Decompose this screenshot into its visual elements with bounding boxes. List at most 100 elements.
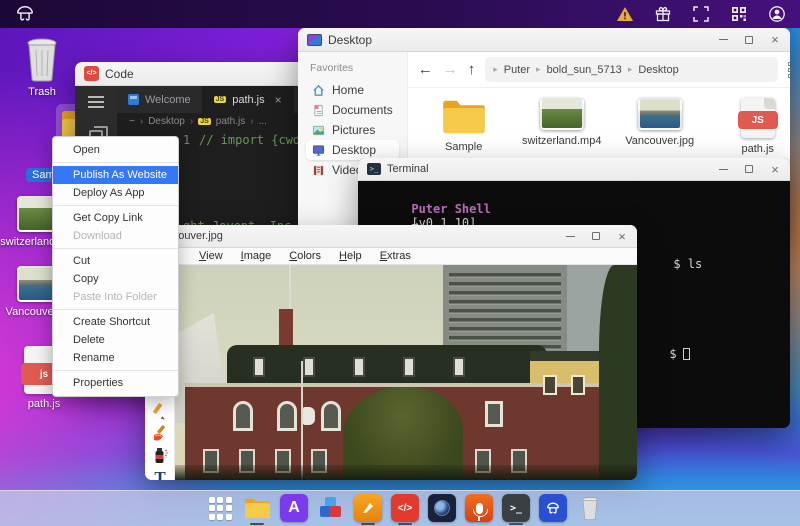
menu-help[interactable]: Help [339,250,362,262]
minimize-button[interactable] [564,230,576,242]
folder-icon [244,498,270,518]
menu-item-get-copy-link[interactable]: Get Copy Link [53,209,178,227]
sidebar-label: Home [332,83,365,97]
puter-logo-icon[interactable] [14,4,36,24]
close-button[interactable]: × [616,229,628,244]
photo-dormer [453,357,465,377]
menu-item-deploy-as-app[interactable]: Deploy As App [53,184,178,202]
menu-separator [53,309,178,310]
fm-toolbar: ← → ↑ ▸ Puter ▸ bold_sun_5713 ▸ Desktop [407,52,790,88]
viewer-titlebar[interactable]: Vancouver.jpg × [145,225,637,248]
minimize-button[interactable] [717,163,729,175]
breadcrumb-item[interactable]: Puter [504,64,530,76]
fullscreen-icon[interactable] [692,5,710,23]
breadcrumb-item[interactable]: bold_sun_5713 [547,64,622,76]
running-indicator [509,522,523,525]
photo-window [485,401,503,427]
breadcrumb-separator: ▸ [536,64,541,74]
photo-dormer [253,357,265,377]
menu-icon[interactable] [88,96,104,108]
breadcrumb-item[interactable]: Desktop [148,116,185,127]
image-viewer-window: Vancouver.jpg × View Image Colors Help E… [145,225,637,480]
photo-chimney [279,309,293,345]
menu-view[interactable]: View [199,250,223,262]
image-thumbnail [637,98,682,130]
account-icon[interactable] [768,5,786,23]
taskbar-app-launcher[interactable] [206,494,234,522]
qr-code-icon[interactable] [730,5,748,23]
window-title: Desktop [328,32,373,47]
sidebar-item-home[interactable]: Home [306,80,399,100]
close-tab-icon[interactable]: × [275,93,282,107]
js-badge: JS [737,111,778,129]
ink-tool-icon[interactable] [150,447,170,465]
welcome-icon [128,94,139,105]
maximize-button[interactable] [743,34,755,46]
trash-icon [582,497,598,520]
forward-button[interactable]: → [443,61,458,78]
taskbar-terminal[interactable]: >_ [502,494,530,525]
taskbar-app-center[interactable] [317,494,345,522]
menu-image[interactable]: Image [241,250,272,262]
sidebar-item-pictures[interactable]: Pictures [306,120,399,140]
maximize-button[interactable] [743,163,755,175]
sidebar-item-documents[interactable]: Documents [306,100,399,120]
taskbar-recorder[interactable] [465,494,493,522]
sidebar-item-desktop[interactable]: Desktop [306,140,399,160]
taskbar-text-editor[interactable]: A [280,494,308,522]
taskbar-trash[interactable] [576,494,604,522]
breadcrumb-separator: ▸ [493,64,498,74]
up-button[interactable]: ↑ [468,61,476,78]
line-number: 1 [183,133,191,147]
menu-item-rename[interactable]: Rename [53,349,178,367]
menu-extras[interactable]: Extras [380,250,411,262]
desktop-icon-trash[interactable]: Trash [16,36,68,98]
tab-label: Welcome [145,93,191,106]
brush-tool-icon[interactable] [150,425,170,443]
minimize-button[interactable] [717,34,729,46]
code-icon: </> [391,494,419,522]
taskbar-code[interactable]: </> [391,494,419,525]
js-badge: JS [213,96,227,103]
prompt-text: $ [669,347,677,361]
tab-welcome[interactable]: Welcome [117,86,203,113]
menu-item-properties[interactable]: Properties [53,374,178,392]
menu-item-paste-into-folder[interactable]: Paste Into Folder [53,288,178,306]
back-button[interactable]: ← [418,61,433,78]
sidebar-label: Pictures [332,123,376,137]
js-file-icon: JS [737,98,778,138]
menu-item-publish-as-website[interactable]: Publish As Website [53,166,178,184]
taskbar-paint[interactable] [354,494,382,525]
text-tool-icon[interactable]: T [150,469,170,481]
menu-item-delete[interactable]: Delete [53,331,178,349]
paint-icon [354,494,382,522]
window-title: Terminal [387,163,429,175]
taskbar-camera[interactable] [428,494,456,522]
photo-flag [303,407,315,425]
fm-titlebar[interactable]: Desktop × [298,28,790,52]
taskbar: A </> >_ [0,490,800,526]
breadcrumb-item[interactable]: Desktop [638,64,678,76]
gift-icon[interactable] [654,5,672,23]
maximize-button[interactable] [590,230,602,242]
breadcrumb-item[interactable]: path.js [216,116,245,127]
breadcrumb-item[interactable]: ~ [129,116,135,127]
camera-lens-icon [428,494,456,522]
warning-icon[interactable] [616,5,634,23]
menu-item-copy[interactable]: Copy [53,270,178,288]
taskbar-puter[interactable] [539,494,567,522]
close-button[interactable]: × [769,32,781,47]
grid-view-icon[interactable] [787,61,790,78]
menu-item-open[interactable]: Open [53,141,178,159]
pencil-tool-icon[interactable] [150,403,170,421]
menu-colors[interactable]: Colors [289,250,321,262]
close-button[interactable]: × [769,162,781,177]
breadcrumb[interactable]: ▸ Puter ▸ bold_sun_5713 ▸ Desktop [485,57,778,82]
tab-pathjs[interactable]: JS path.js × [202,86,294,113]
taskbar-files[interactable] [243,494,271,525]
photo-foreground [175,465,637,480]
menu-item-download[interactable]: Download [53,227,178,245]
menu-item-create-shortcut[interactable]: Create Shortcut [53,313,178,331]
menu-item-cut[interactable]: Cut [53,252,178,270]
terminal-titlebar[interactable]: >_ Terminal × [358,158,790,181]
